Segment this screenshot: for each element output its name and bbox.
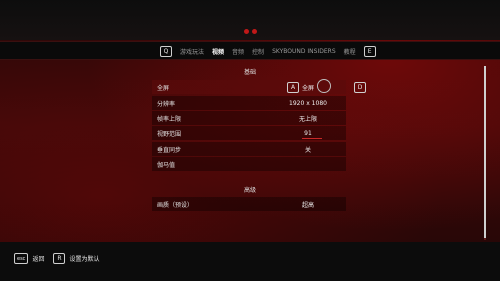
setting-value: 91 [304,129,312,137]
tab-controls[interactable]: 控制 [252,47,264,56]
setting-label: 帧率上限 [157,115,182,123]
setting-label: 分辨率 [157,100,176,108]
fov-slider-fill[interactable] [302,138,322,139]
setting-value: 超高 [301,201,314,209]
setting-row-quality-preset[interactable]: 画质（预设） 超高 [152,197,346,211]
prev-option-key[interactable]: A [287,82,299,93]
selector-circle [317,79,331,93]
tab-gameplay[interactable]: 游戏玩法 [180,47,204,56]
page-indicator [244,29,257,34]
setting-value: 无上限 [298,115,317,123]
reset-key[interactable]: R [53,253,66,264]
setting-label: 垂直同步 [157,146,182,154]
tab-skybound-insiders[interactable]: SKYBOUND INSIDERS [272,48,336,55]
footer-hints: esc 返回 R 设置为默认 [14,253,99,264]
tab-tutorial[interactable]: 教程 [344,47,356,56]
setting-row-gamma[interactable]: 伽马值 [152,157,346,171]
setting-row-field-of-view[interactable]: 视野范围 91 [152,126,346,140]
back-label: 返回 [32,256,45,263]
setting-label: 视野范围 [157,130,182,138]
section-title-advanced: 高级 [243,187,256,194]
setting-label: 伽马值 [157,161,176,169]
setting-row-framerate-cap[interactable]: 帧率上限 无上限 [152,111,346,125]
setting-label: 全屏 [157,84,170,92]
setting-row-resolution[interactable]: 分辨率 1920 x 1080 [152,96,346,110]
next-tab-key[interactable]: E [363,45,376,57]
next-option-key[interactable]: D [354,82,366,93]
setting-value: 关 [304,146,311,154]
setting-label: 画质（预设） [157,201,194,209]
prev-tab-key[interactable]: Q [160,45,172,57]
tab-video[interactable]: 视频 [212,47,224,56]
reset-label: 设置为默认 [69,256,100,263]
setting-row-vsync[interactable]: 垂直同步 关 [152,142,346,156]
esc-key[interactable]: esc [14,253,29,264]
tab-audio[interactable]: 音频 [232,47,244,56]
page-dot [244,29,249,34]
page-dot [252,29,257,34]
top-bar [0,0,500,40]
setting-value: 1920 x 1080 [289,99,327,107]
scrollbar-thumb[interactable] [484,66,486,238]
tabs: Q 游戏玩法 视频 音频 控制 SKYBOUND INSIDERS 教程 E [160,45,376,57]
section-title-basic: 基础 [243,69,256,76]
